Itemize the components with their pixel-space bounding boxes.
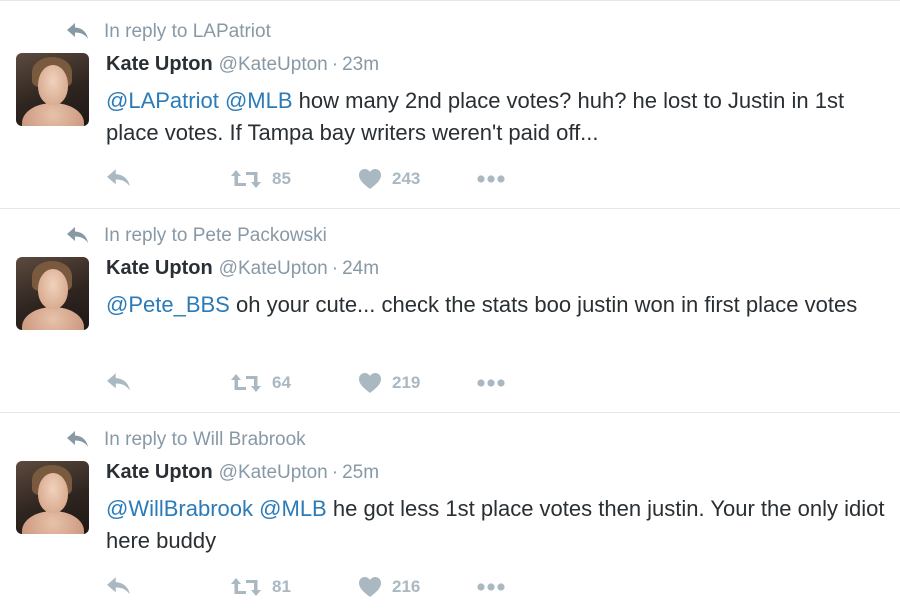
mention-link[interactable]: @Pete_BBS: [106, 292, 230, 317]
tweet-text: @Pete_BBS oh your cute... check the stat…: [106, 289, 886, 321]
reply-button[interactable]: [106, 369, 132, 397]
like-button[interactable]: 219: [358, 369, 420, 397]
header-separator: ·: [331, 54, 339, 75]
reply-button[interactable]: [106, 165, 132, 193]
reply-context-text: In reply to Will Brabrook: [104, 429, 306, 450]
tweet-actions: 85 243: [106, 165, 526, 193]
tweet-body-text: oh your cute... check the stats boo just…: [235, 292, 858, 317]
reply-arrow-icon: [107, 577, 130, 595]
reply-context[interactable]: In reply to Pete Packowski: [66, 225, 327, 247]
tweet-header: Kate Upton @KateUpton · 24m: [106, 257, 379, 280]
header-separator: ·: [331, 258, 339, 279]
author-name[interactable]: Kate Upton: [106, 53, 213, 76]
avatar[interactable]: [16, 53, 89, 126]
more-dots-icon: [477, 175, 505, 183]
tweet-timestamp[interactable]: 25m: [342, 462, 379, 484]
more-button[interactable]: [476, 369, 506, 397]
tweet-text: @WillBrabrook @MLB he got less 1st place…: [106, 493, 886, 557]
reply-arrow-icon: [107, 373, 130, 391]
like-count: 216: [392, 577, 421, 596]
retweet-count: 81: [272, 577, 291, 596]
more-button[interactable]: [476, 573, 506, 601]
heart-icon: [359, 373, 381, 393]
retweet-button[interactable]: 81: [230, 573, 291, 601]
retweet-count: 85: [272, 169, 291, 188]
author-name[interactable]: Kate Upton: [106, 461, 213, 484]
like-count: 219: [392, 373, 421, 392]
reply-arrow-icon: [107, 169, 130, 187]
tweet-timeline: In reply to LAPatriot Kate Upton @KateUp…: [0, 0, 900, 615]
author-handle[interactable]: @KateUpton: [219, 54, 328, 76]
like-button[interactable]: 243: [358, 165, 420, 193]
tweet[interactable]: In reply to LAPatriot Kate Upton @KateUp…: [0, 5, 900, 209]
author-name[interactable]: Kate Upton: [106, 257, 213, 280]
tweet[interactable]: In reply to Pete Packowski Kate Upton @K…: [0, 209, 900, 413]
avatar[interactable]: [16, 461, 89, 534]
reply-context[interactable]: In reply to Will Brabrook: [66, 429, 306, 451]
reply-context-text: In reply to LAPatriot: [104, 21, 271, 42]
like-button[interactable]: 216: [358, 573, 420, 601]
mention-link[interactable]: @MLB: [225, 88, 293, 113]
avatar[interactable]: [16, 257, 89, 330]
mention-link[interactable]: @LAPatriot: [106, 88, 219, 113]
reply-context-icon: [66, 430, 96, 450]
retweet-button[interactable]: 85: [230, 165, 291, 193]
tweet-actions: 81 216: [106, 573, 526, 601]
reply-context-icon: [66, 226, 96, 246]
reply-context[interactable]: In reply to LAPatriot: [66, 21, 271, 43]
tweet-header: Kate Upton @KateUpton · 23m: [106, 53, 379, 76]
retweet-icon: [231, 578, 261, 596]
retweet-button[interactable]: 64: [230, 369, 291, 397]
mention-link[interactable]: @MLB: [259, 496, 327, 521]
more-dots-icon: [477, 583, 505, 591]
tweet-actions: 64 219: [106, 369, 526, 397]
author-handle[interactable]: @KateUpton: [219, 258, 328, 280]
tweet-timestamp[interactable]: 24m: [342, 258, 379, 280]
tweet-header: Kate Upton @KateUpton · 25m: [106, 461, 379, 484]
retweet-icon: [231, 170, 261, 188]
tweet-text: @LAPatriot @MLB how many 2nd place votes…: [106, 85, 886, 149]
reply-button[interactable]: [106, 573, 132, 601]
tweet-timestamp[interactable]: 23m: [342, 54, 379, 76]
heart-icon: [359, 169, 381, 189]
more-dots-icon: [477, 379, 505, 387]
reply-context-icon: [66, 22, 96, 42]
reply-context-text: In reply to Pete Packowski: [104, 225, 327, 246]
header-separator: ·: [331, 462, 339, 483]
heart-icon: [359, 577, 381, 597]
retweet-icon: [231, 374, 261, 392]
like-count: 243: [392, 169, 421, 188]
more-button[interactable]: [476, 165, 506, 193]
author-handle[interactable]: @KateUpton: [219, 462, 328, 484]
mention-link[interactable]: @WillBrabrook: [106, 496, 253, 521]
tweet[interactable]: In reply to Will Brabrook Kate Upton @Ka…: [0, 413, 900, 615]
retweet-count: 64: [272, 373, 291, 392]
